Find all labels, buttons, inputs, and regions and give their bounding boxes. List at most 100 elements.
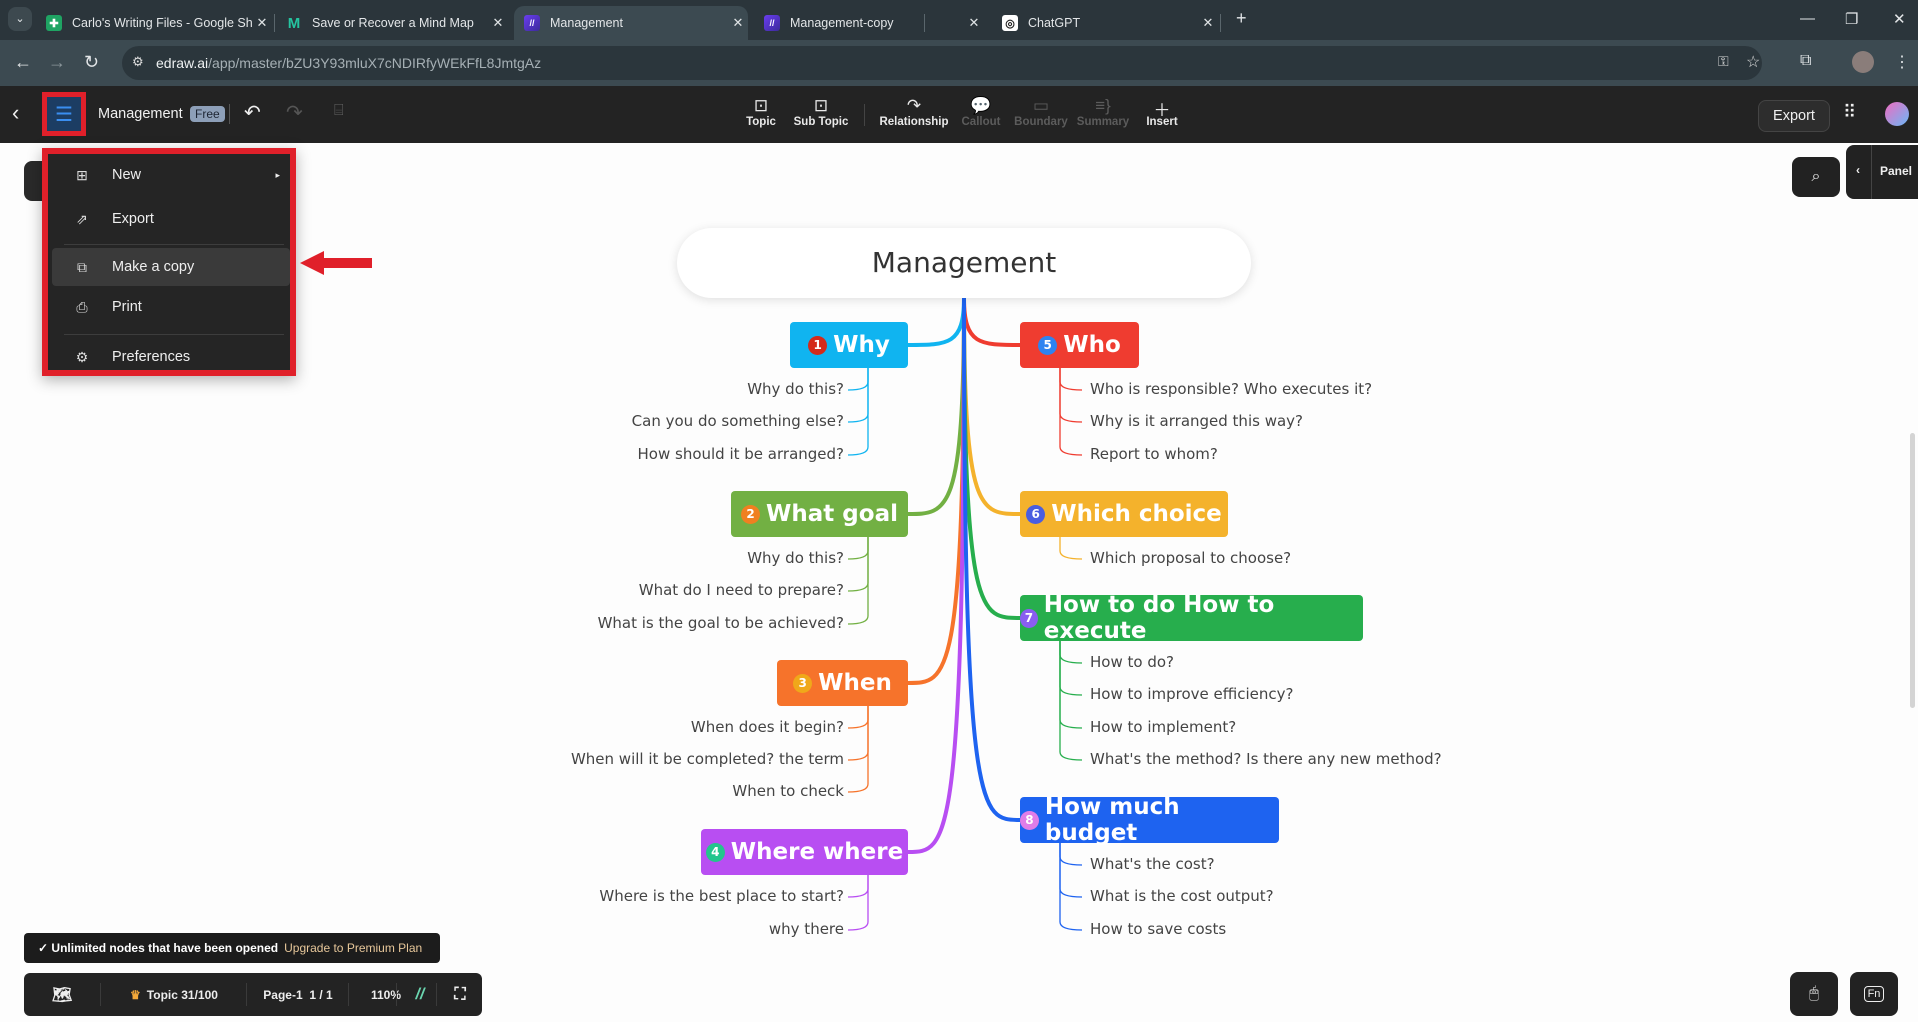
priority-badge-icon: 8 bbox=[1020, 810, 1039, 830]
plus-square-icon: ⊞ bbox=[76, 166, 88, 183]
topic-label: Who bbox=[1063, 332, 1121, 358]
subtopic-connector bbox=[847, 875, 869, 931]
topic-label: How much budget bbox=[1044, 794, 1180, 846]
subtopic-connector bbox=[847, 537, 869, 592]
subtopic-connector bbox=[1059, 368, 1083, 391]
subtopic-connector bbox=[1059, 641, 1083, 729]
priority-badge-icon: 7 bbox=[1020, 608, 1038, 628]
topic-node[interactable]: 3 When bbox=[777, 660, 908, 706]
mouse-mode-button[interactable]: 🖱 bbox=[1790, 972, 1838, 1016]
printer-icon: ⎙ bbox=[76, 298, 88, 315]
topic-node[interactable]: 7 How to do How to execute bbox=[1020, 592, 1363, 644]
root-topic[interactable]: Management bbox=[677, 228, 1251, 298]
subtopic-node[interactable]: Why do this? bbox=[747, 549, 844, 567]
branch-connector bbox=[907, 297, 966, 854]
upgrade-notice: ✓ Unlimited nodes that have been opened U… bbox=[24, 933, 440, 963]
copy-icon: ⧉ bbox=[77, 258, 87, 275]
subtopic-node[interactable]: why there bbox=[769, 920, 844, 938]
subtopic-connector bbox=[847, 368, 869, 456]
subtopic-connector bbox=[1059, 537, 1083, 560]
red-arrow-annotation bbox=[300, 251, 372, 275]
subtopic-connector bbox=[1059, 368, 1083, 456]
subtopic-connector bbox=[1059, 843, 1083, 898]
subtopic-node[interactable]: How to do? bbox=[1090, 653, 1174, 671]
subtopic-connector bbox=[847, 706, 869, 729]
subtopic-node[interactable]: Can you do something else? bbox=[632, 412, 844, 430]
topic-label: When bbox=[818, 670, 892, 696]
subtopic-node[interactable]: How to save costs bbox=[1090, 920, 1226, 938]
subtopic-node[interactable]: What do I need to prepare? bbox=[639, 581, 844, 599]
priority-badge-icon: 4 bbox=[705, 842, 725, 862]
priority-badge-icon: 2 bbox=[741, 504, 761, 524]
subtopic-node[interactable]: What's the method? Is there any new meth… bbox=[1090, 750, 1442, 768]
branch-connector bbox=[962, 297, 1021, 516]
map-icon: 🗺 bbox=[51, 986, 73, 1004]
menu-item-print[interactable]: ⎙ Print bbox=[52, 288, 290, 326]
topic-label: What goal bbox=[766, 501, 898, 527]
subtopic-connector bbox=[847, 537, 869, 560]
subtopic-connector bbox=[1059, 368, 1083, 423]
subtopic-node[interactable]: When to check bbox=[732, 782, 844, 800]
export-icon: ⇗ bbox=[76, 210, 88, 227]
fullscreen-button[interactable]: ⛶ bbox=[438, 973, 482, 1016]
subtopic-connector bbox=[847, 368, 869, 391]
subtopic-node[interactable]: What is the goal to be achieved? bbox=[598, 614, 844, 632]
subtopic-node[interactable]: Report to whom? bbox=[1090, 445, 1218, 463]
subtopic-node[interactable]: Why is it arranged this way? bbox=[1090, 412, 1303, 430]
subtopic-node[interactable]: Where is the best place to start? bbox=[599, 887, 844, 905]
topic-node[interactable]: 5 Who bbox=[1020, 322, 1139, 368]
subtopic-node[interactable]: How should it be arranged? bbox=[638, 445, 844, 463]
mouse-icon: 🖱 bbox=[1809, 985, 1819, 1002]
topic-label: How to do How to execute bbox=[1043, 592, 1275, 644]
subtopic-node[interactable]: How to implement? bbox=[1090, 718, 1236, 736]
priority-badge-icon: 3 bbox=[793, 673, 813, 693]
function-keys-button[interactable]: Fn bbox=[1850, 972, 1898, 1016]
subtopic-node[interactable]: Which proposal to choose? bbox=[1090, 549, 1291, 567]
topic-label: Why bbox=[833, 332, 890, 358]
fullscreen-icon: ⛶ bbox=[454, 985, 466, 1003]
menu-item-preferences[interactable]: ⚙ Preferences bbox=[52, 338, 290, 376]
priority-badge-icon: 1 bbox=[808, 335, 828, 355]
subtopic-connector bbox=[847, 875, 869, 898]
subtopic-connector bbox=[1059, 641, 1083, 696]
subtopic-node[interactable]: What is the cost output? bbox=[1090, 887, 1274, 905]
subtopic-connector bbox=[1059, 641, 1083, 664]
topic-node[interactable]: 2 What goal bbox=[731, 491, 908, 537]
topic-count[interactable]: ♛ Topic 31/100 bbox=[102, 973, 246, 1016]
priority-badge-icon: 5 bbox=[1038, 335, 1058, 355]
subtopic-connector bbox=[1059, 641, 1083, 761]
branch-connector bbox=[907, 297, 966, 516]
page-indicator[interactable]: Page-1 1 / 1 bbox=[248, 973, 348, 1016]
subtopic-node[interactable]: Who is responsible? Who executes it? bbox=[1090, 380, 1372, 398]
subtopic-node[interactable]: When will it be completed? the term bbox=[571, 750, 844, 768]
map-outline-button[interactable]: 🗺 bbox=[24, 973, 100, 1016]
menu-item-export[interactable]: ⇗ Export bbox=[52, 200, 290, 238]
priority-badge-icon: 6 bbox=[1026, 504, 1046, 524]
upgrade-link[interactable]: Upgrade to Premium Plan bbox=[284, 941, 422, 955]
submenu-arrow-icon: ▸ bbox=[275, 169, 280, 180]
subtopic-node[interactable]: When does it begin? bbox=[691, 718, 844, 736]
topic-label: Which choice bbox=[1051, 501, 1222, 527]
subtopic-connector bbox=[847, 706, 869, 761]
topic-node[interactable]: 6 Which choice bbox=[1020, 491, 1228, 537]
branch-connector bbox=[907, 297, 966, 685]
topic-node[interactable]: 8 How much budget bbox=[1020, 794, 1279, 846]
menu-item-make-a-copy[interactable]: ⧉ Make a copy bbox=[52, 248, 290, 286]
status-bar: 🗺 ♛ Topic 31/100 Page-1 1 / 1 110% // ⛶ bbox=[24, 973, 482, 1016]
topic-node[interactable]: 4 Where where bbox=[701, 829, 908, 875]
subtopic-connector bbox=[847, 706, 869, 793]
checkmark-icon: ✓ bbox=[38, 941, 49, 955]
branch-connector bbox=[962, 297, 1021, 347]
gear-icon: ⚙ bbox=[75, 348, 89, 365]
subtopic-connector bbox=[847, 537, 869, 625]
subtopic-connector bbox=[847, 368, 869, 423]
subtopic-node[interactable]: How to improve efficiency? bbox=[1090, 685, 1293, 703]
subtopic-node[interactable]: What's the cost? bbox=[1090, 855, 1215, 873]
topic-node[interactable]: 1 Why bbox=[790, 322, 908, 368]
fn-icon: Fn bbox=[1863, 986, 1885, 1002]
menu-item-new[interactable]: ⊞ New ▸ bbox=[52, 156, 290, 194]
topic-label: Where where bbox=[730, 839, 904, 865]
branch-connector bbox=[907, 297, 966, 347]
subtopic-node[interactable]: Why do this? bbox=[747, 380, 844, 398]
crown-icon: ♛ bbox=[130, 987, 141, 1002]
